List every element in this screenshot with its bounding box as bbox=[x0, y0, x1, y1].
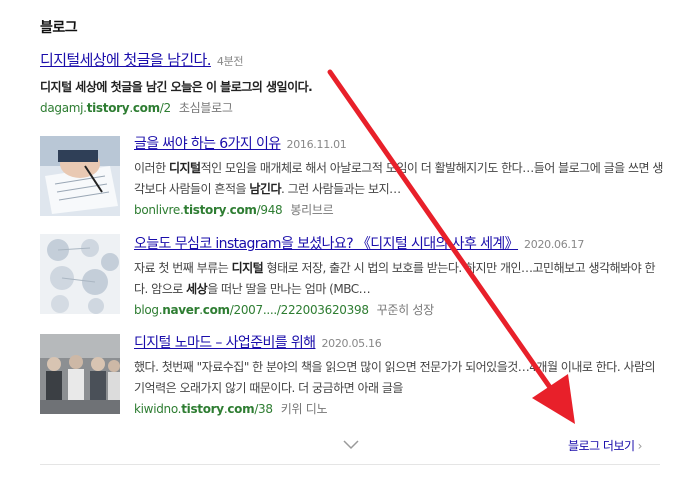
post-source[interactable]: 봉리브르 bbox=[290, 203, 333, 217]
search-result: 오늘도 무심코 instagram을 보셨나요? 《디지털 시대의 사후 세계》… bbox=[134, 233, 664, 320]
post-meta: dagamj.tistory.com/2 초심블로그 bbox=[40, 98, 670, 118]
post-url[interactable]: kiwidno.tistory.com/38 bbox=[134, 402, 273, 416]
chevron-down-icon bbox=[343, 440, 359, 450]
post-thumbnail[interactable] bbox=[40, 234, 120, 314]
post-url[interactable]: blog.naver.com/2007..../222003620398 bbox=[134, 303, 369, 317]
search-result: 디지털 노마드 – 사업준비를 위해 2020.05.16 했다. 첫번째 "자료… bbox=[134, 332, 664, 419]
post-date: 2020.05.16 bbox=[321, 337, 382, 350]
post-meta: bonlivre.tistory.com/948 봉리브르 bbox=[134, 200, 664, 220]
post-title[interactable]: 글을 써야 하는 6가지 이유 bbox=[134, 136, 281, 152]
post-meta: kiwidno.tistory.com/38 키위 디노 bbox=[134, 399, 664, 419]
chevron-right-icon: › bbox=[637, 439, 643, 453]
post-title[interactable]: 디지털 노마드 – 사업준비를 위해 bbox=[134, 335, 316, 351]
post-title[interactable]: 오늘도 무심코 instagram을 보셨나요? 《디지털 시대의 사후 세계》 bbox=[134, 236, 519, 252]
snippet-text: 디지털 세상에 첫글을 남긴 오늘은 이 블로그의 생일이다. bbox=[40, 80, 313, 94]
post-snippet: 디지털 세상에 첫글을 남긴 오늘은 이 블로그의 생일이다. bbox=[40, 77, 670, 98]
post-meta: blog.naver.com/2007..../222003620398 꾸준히 … bbox=[134, 300, 664, 320]
post-source[interactable]: 키위 디노 bbox=[281, 402, 328, 416]
post-date: 4분전 bbox=[216, 55, 244, 68]
post-thumbnail[interactable] bbox=[40, 136, 120, 216]
post-url[interactable]: bonlivre.tistory.com/948 bbox=[134, 203, 283, 217]
post-snippet: 이러한 디지털적인 모임을 매개체로 해서 아날로그적 모임이 더 활발해지기도… bbox=[134, 161, 663, 196]
search-result: 글을 써야 하는 6가지 이유 2016.11.01 이러한 디지털적인 모임을 … bbox=[134, 133, 664, 220]
post-snippet: 했다. 첫번째 "자료수집" 한 분야의 책을 읽으면 많이 읽으면 전문가가 … bbox=[134, 360, 656, 395]
post-title[interactable]: 디지털세상에 첫글을 남긴다. bbox=[40, 51, 212, 69]
post-source[interactable]: 꾸준히 성장 bbox=[377, 303, 435, 317]
search-result: 디지털세상에 첫글을 남긴다. 4분전 디지털 세상에 첫글을 남긴 오늘은 이 … bbox=[40, 50, 670, 118]
post-date: 2016.11.01 bbox=[286, 138, 347, 151]
post-date: 2020.06.17 bbox=[524, 238, 585, 251]
post-source[interactable]: 초심블로그 bbox=[179, 101, 233, 115]
post-thumbnail[interactable] bbox=[40, 334, 120, 414]
divider bbox=[40, 464, 660, 465]
post-url[interactable]: dagamj.tistory.com/2 bbox=[40, 101, 171, 115]
section-title: 블로그 bbox=[40, 20, 78, 36]
blog-more-link[interactable]: 블로그 더보기 › bbox=[568, 437, 642, 454]
expand-button[interactable] bbox=[342, 436, 360, 455]
post-snippet: 자료 첫 번째 부류는 디지털 형태로 저장, 출간 시 법의 보호를 받는다.… bbox=[134, 261, 656, 296]
